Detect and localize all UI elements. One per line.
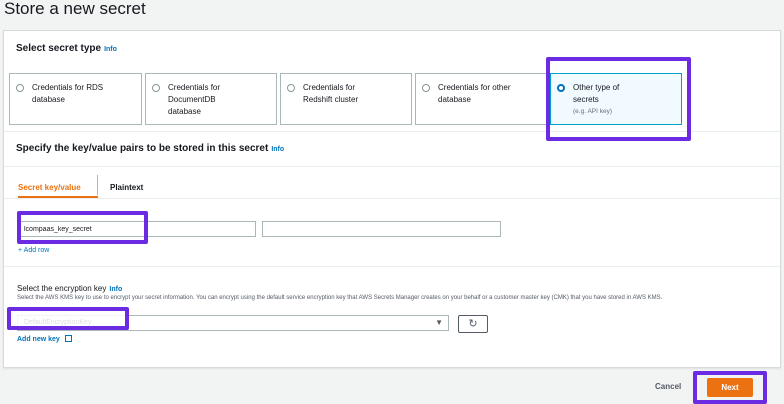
page-title: Store a new secret [4,0,146,18]
secret-type-redshift[interactable]: Credentials for Redshift cluster [280,73,412,125]
secret-type-heading: Select secret type Info [16,43,117,54]
option-label-line: Redshift cluster [303,95,359,104]
caret-down-icon: ▼ [435,318,443,327]
secret-type-rds[interactable]: Credentials for RDS database [9,73,142,125]
secret-type-documentdb[interactable]: Credentials for DocumentDB database [145,73,277,125]
encryption-key-selected-value: DefaultEncryptionKey [24,319,92,326]
option-label-line: Credentials for other [438,83,511,92]
encryption-key-heading: Select the encryption key Info [17,284,122,293]
next-button[interactable]: Next [707,378,753,397]
encryption-key-select[interactable]: DefaultEncryptionKey ▼ [17,315,449,331]
radio-button[interactable] [16,84,24,92]
option-label-line: secrets [573,95,599,104]
tab-secret-key-value[interactable]: Secret key/value [18,183,81,192]
option-label-line: database [32,95,65,104]
add-new-key-label: Add new key [17,336,60,343]
encryption-description: Select the AWS KMS key to use to encrypt… [17,295,663,301]
refresh-button[interactable]: ↻ [458,315,488,333]
radio-button[interactable] [152,84,160,92]
tab-bar-divider [4,198,780,199]
encryption-key-label: Select the encryption key [17,284,107,293]
secret-value-input[interactable] [262,221,501,237]
kv-heading: Specify the key/value pairs to be stored… [16,143,284,154]
kv-title: Specify the key/value pairs to be stored… [16,143,269,154]
add-row-link[interactable]: + Add row [18,247,49,254]
option-label-line: database [438,95,471,104]
secret-key-input[interactable] [19,221,256,237]
secret-type-other[interactable]: Other type of secrets (e.g. API key) [550,73,682,125]
section-divider [4,131,780,132]
secret-form-panel: Select secret type Info Credentials for R… [3,30,781,368]
cancel-button[interactable]: Cancel [655,382,681,391]
encryption-info-link[interactable]: Info [109,286,122,293]
kv-info-link[interactable]: Info [271,146,284,153]
option-label-line: Other type of [573,83,620,92]
secret-type-info-link[interactable]: Info [104,46,117,53]
option-label-line: Credentials for [303,83,356,92]
section-divider [4,166,780,167]
external-link-icon [64,335,72,342]
tab-plaintext[interactable]: Plaintext [110,183,143,192]
radio-button[interactable] [422,84,430,92]
add-new-key-link[interactable]: Add new key [17,335,72,343]
secret-type-other-database[interactable]: Credentials for other database [415,73,547,125]
option-label-line: Credentials for RDS [32,83,104,92]
option-sublabel: (e.g. API key) [573,108,613,115]
section-divider [4,266,780,267]
option-label-line: Credentials for [168,83,221,92]
option-label-line: DocumentDB [168,95,216,104]
refresh-icon: ↻ [468,318,478,330]
radio-button[interactable] [287,84,295,92]
secret-type-title: Select secret type [16,43,102,54]
option-label-line: database [168,107,201,116]
radio-button-selected[interactable] [557,84,565,92]
tab-divider [97,175,98,195]
